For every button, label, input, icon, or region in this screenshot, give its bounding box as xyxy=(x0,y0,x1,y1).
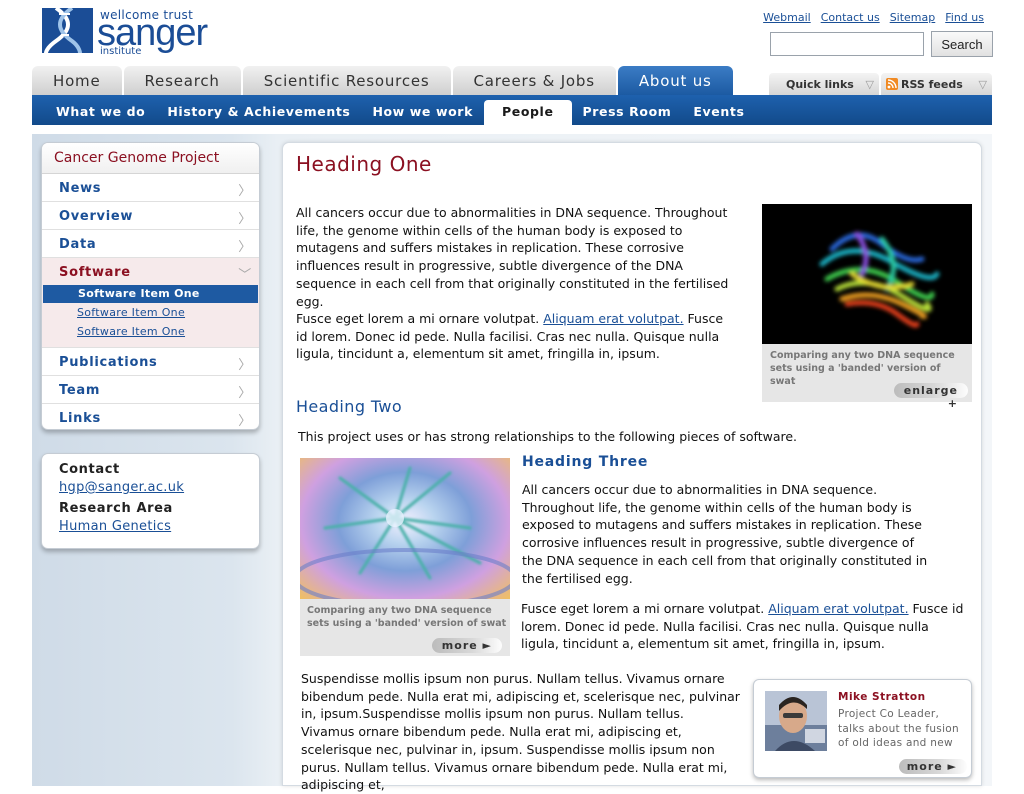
profile-photo[interactable] xyxy=(765,691,827,751)
sidebar-item-data[interactable]: Data 〉 xyxy=(42,230,259,258)
protein-figure: Comparing any two DNA sequence sets usin… xyxy=(762,204,972,410)
sub-navigation: What we do History & Achievements How we… xyxy=(32,95,992,125)
dropdown-triangle-icon: ▽ xyxy=(978,78,987,91)
chevron-down-icon: ﹀ xyxy=(238,268,252,283)
quick-links-label: Quick links xyxy=(786,78,854,91)
sidebar-item-label: Links xyxy=(59,411,101,426)
software-intro-text: This project uses or has strong relation… xyxy=(298,429,798,444)
enlarge-button[interactable]: enlarge + xyxy=(894,383,968,410)
heading-two: Heading Two xyxy=(296,397,403,416)
sidebar-subitem[interactable]: Software Item One xyxy=(42,323,259,341)
body-paragraph: Suspendisse mollis ipsum non purus. Null… xyxy=(301,671,740,793)
paragraph-with-link: Fusce eget lorem a mi ornare volutpat. A… xyxy=(521,600,966,653)
dna-helix-logo-icon xyxy=(42,8,93,53)
search-button[interactable]: Search xyxy=(931,31,993,57)
subnav-events[interactable]: Events xyxy=(682,95,755,125)
chevron-right-icon: 〉 xyxy=(238,358,252,373)
contact-box: Contact hgp@sanger.ac.uk Research Area H… xyxy=(41,453,260,549)
aliquam-link[interactable]: Aliquam erat volutpat. xyxy=(768,601,908,616)
subnav-how-we-work[interactable]: How we work xyxy=(361,95,484,125)
profile-more-button[interactable]: more ► xyxy=(899,759,967,774)
rss-feeds-dropdown[interactable]: RSS feeds ▽ xyxy=(881,73,992,95)
sidebar-item-label: Data xyxy=(59,237,97,252)
dropdown-triangle-icon: ▽ xyxy=(865,78,874,91)
tab-scientific-resources[interactable]: Scientific Resources xyxy=(242,66,451,95)
sidebar-item-software[interactable]: Software ﹀ xyxy=(42,258,259,285)
sidebar-item-label: News xyxy=(59,181,102,196)
logo-line-bottom: institute xyxy=(100,46,142,57)
sidebar-item-label: Team xyxy=(59,383,101,398)
heading-one: Heading One xyxy=(296,152,432,176)
tab-about-us[interactable]: About us xyxy=(617,66,733,95)
sidebar-item-label: Publications xyxy=(59,355,158,370)
contact-us-link[interactable]: Contact us xyxy=(821,11,880,24)
chevron-right-icon: 〉 xyxy=(238,414,252,429)
sanger-logo[interactable]: wellcome trust sanger institute xyxy=(42,8,222,57)
tab-home[interactable]: Home xyxy=(32,66,122,95)
profile-description: Project Co Leader, talks about the fusio… xyxy=(838,708,959,749)
chevron-right-icon: 〉 xyxy=(238,240,252,255)
paragraph-text: Fusce eget lorem a mi ornare volutpat. xyxy=(521,601,769,616)
crystal-figure: Comparing any two DNA sequence sets usin… xyxy=(300,458,510,656)
contact-email-link[interactable]: hgp@sanger.ac.uk xyxy=(59,480,259,495)
utility-links: Webmail Contact us Sitemap Find us xyxy=(763,11,984,24)
sitemap-link[interactable]: Sitemap xyxy=(890,11,936,24)
rss-icon xyxy=(886,78,898,90)
sidebar-item-news[interactable]: News 〉 xyxy=(42,174,259,202)
chevron-right-icon: 〉 xyxy=(238,184,252,199)
quick-links-dropdown[interactable]: Quick links ▽ xyxy=(769,73,879,95)
sidebar-title[interactable]: Cancer Genome Project xyxy=(42,143,259,174)
subnav-history-achievements[interactable]: History & Achievements xyxy=(156,95,361,125)
section-paragraph: All cancers occur due to abnormalities i… xyxy=(522,482,928,586)
chevron-right-icon: 〉 xyxy=(238,386,252,401)
chevron-right-icon: 〉 xyxy=(238,212,252,227)
sidebar-item-overview[interactable]: Overview 〉 xyxy=(42,202,259,230)
tab-research[interactable]: Research xyxy=(123,66,241,95)
search-input[interactable] xyxy=(770,32,924,56)
paragraph-text: Fusce eget lorem a mi ornare volutpat. xyxy=(296,311,544,326)
research-area-link[interactable]: Human Genetics xyxy=(59,519,259,534)
sidebar-item-label: Software xyxy=(59,265,131,280)
subnav-what-we-do[interactable]: What we do xyxy=(45,95,156,125)
sidebar-item-publications[interactable]: Publications 〉 xyxy=(42,348,259,376)
rss-feeds-label: RSS feeds xyxy=(901,78,963,91)
more-button[interactable]: more ► xyxy=(432,638,502,653)
paragraph-with-link: Fusce eget lorem a mi ornare volutpat. A… xyxy=(296,310,736,363)
figure-caption: Comparing any two DNA sequence sets usin… xyxy=(307,605,507,629)
heading-three: Heading Three xyxy=(522,454,649,470)
profile-name[interactable]: Mike Stratton xyxy=(838,691,926,703)
find-us-link[interactable]: Find us xyxy=(945,11,984,24)
sidebar-subitem[interactable]: Software Item One xyxy=(43,285,258,303)
sidebar-section-software: Software ﹀ Software Item One Software It… xyxy=(42,258,259,348)
sidebar-item-team[interactable]: Team 〉 xyxy=(42,376,259,404)
intro-paragraph: All cancers occur due to abnormalities i… xyxy=(296,205,729,309)
sidebar-item-links[interactable]: Links 〉 xyxy=(42,404,259,429)
subnav-press-room[interactable]: Press Room xyxy=(572,95,683,125)
aliquam-link[interactable]: Aliquam erat volutpat. xyxy=(543,311,683,326)
profile-card: Mike Stratton Project Co Leader, talks a… xyxy=(753,679,972,778)
sidebar-subitem[interactable]: Software Item One xyxy=(42,304,259,322)
protein-structure-image[interactable] xyxy=(762,204,972,344)
subnav-people[interactable]: People xyxy=(483,100,572,125)
webmail-link[interactable]: Webmail xyxy=(763,11,811,24)
main-navigation: Home Research Scientific Resources Caree… xyxy=(32,66,733,95)
sidebar-item-label: Overview xyxy=(59,209,134,224)
sidebar-nav: Cancer Genome Project News 〉 Overview 〉 … xyxy=(41,142,260,430)
research-area-label: Research Area xyxy=(59,501,173,516)
contact-label: Contact xyxy=(59,462,120,477)
tab-careers-jobs[interactable]: Careers & Jobs xyxy=(452,66,616,95)
crystal-image[interactable] xyxy=(300,458,510,599)
